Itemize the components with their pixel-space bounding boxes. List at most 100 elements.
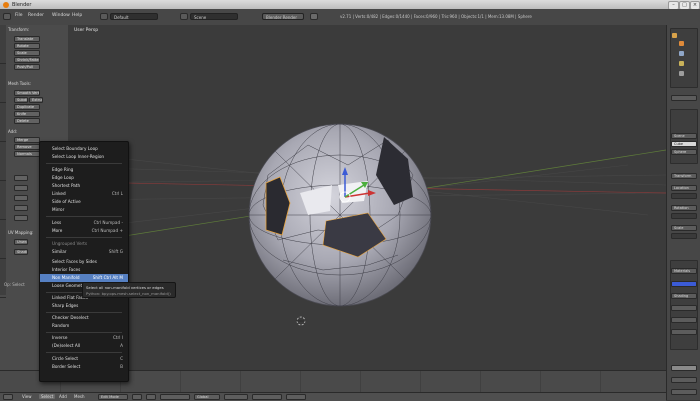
translate-button[interactable]: Translate — [14, 36, 40, 42]
scene-icon[interactable] — [180, 13, 188, 20]
prop-chip-12[interactable] — [671, 329, 697, 335]
menu-item-linked[interactable]: Linked Ctrl L — [40, 190, 128, 198]
scene-outliner-icon[interactable] — [672, 33, 677, 38]
prop-chip-14[interactable] — [671, 377, 697, 383]
menu-item-faces-by-sides[interactable]: Select Faces by Sides — [40, 258, 128, 266]
editor-type-icon[interactable] — [3, 13, 11, 20]
rotate-button[interactable]: Rotate — [14, 43, 40, 49]
editor-type-button[interactable] — [3, 394, 13, 400]
prop-chip-10[interactable] — [671, 305, 697, 311]
menu-item-border-select[interactable]: Border Select B — [40, 363, 128, 371]
manipulator-toggle[interactable] — [160, 394, 190, 400]
menu-window[interactable]: Window — [52, 13, 70, 18]
tool-tabs[interactable] — [0, 25, 6, 298]
menu-item-side-of-active[interactable]: Side of Active — [40, 198, 128, 206]
menu-item-ungrouped-verts[interactable]: Ungrouped Verts — [40, 240, 128, 248]
unwrap-button[interactable]: Unwrap — [14, 239, 28, 245]
section-add[interactable]: Add: — [8, 129, 66, 135]
menu-item-mirror[interactable]: Mirror — [40, 206, 128, 214]
menu-file[interactable]: File — [15, 13, 23, 18]
tool-button-a[interactable] — [14, 175, 28, 181]
smooth-vertex-button[interactable]: Smooth Vertex — [14, 90, 40, 96]
shading-button[interactable]: Shading — [14, 249, 28, 255]
delete-button[interactable]: Delete — [14, 118, 40, 124]
menu-render[interactable]: Render — [28, 13, 44, 18]
menu-item-circle-select[interactable]: Circle Select C — [40, 355, 128, 363]
remove-button[interactable]: Remove — [14, 144, 40, 150]
tool-button-c[interactable] — [14, 195, 28, 201]
menu-item-sharp-edges[interactable]: Sharp Edges — [40, 302, 128, 310]
push-pull-button[interactable]: Push/Pull — [14, 64, 40, 70]
menu-item-select-boundary-loop[interactable]: Select Boundary Loop — [40, 145, 128, 153]
subdivide-button[interactable]: Subdivide — [14, 97, 28, 103]
menu-item-less[interactable]: Less Ctrl Numpad - — [40, 219, 128, 227]
tooltip-text: Select all non-manifold vertices or edge… — [86, 285, 164, 290]
tooltip-non-manifold: Select all non-manifold vertices or edge… — [82, 282, 176, 298]
proportional-edit-button[interactable] — [252, 394, 282, 400]
layout-field[interactable]: Default — [110, 13, 158, 20]
menu-add[interactable]: Add — [59, 394, 67, 399]
tool-button-b[interactable] — [14, 185, 28, 191]
viewport-scene[interactable] — [68, 25, 666, 370]
select-mode-buttons[interactable] — [224, 394, 248, 400]
snap-button[interactable] — [286, 394, 306, 400]
prop-chip-11[interactable] — [671, 317, 697, 323]
menu-item-checker-deselect[interactable]: Checker Deselect — [40, 314, 128, 322]
section-mesh-tools[interactable]: Mesh Tools: — [8, 81, 66, 87]
prop-chip-4[interactable]: Transform — [671, 173, 697, 179]
prop-chip-2[interactable]: Cube — [671, 141, 697, 147]
shrink-fatten-button[interactable]: Shrink/Fatten — [14, 57, 40, 63]
menu-item-inverse[interactable]: Inverse Ctrl I — [40, 334, 128, 342]
3d-cursor-icon[interactable] — [296, 316, 306, 326]
tool-button-e[interactable] — [14, 215, 28, 221]
scale-button[interactable]: Scale — [14, 50, 40, 56]
menu-item-random[interactable]: Random — [40, 322, 128, 330]
lamp-outliner-icon[interactable] — [679, 61, 684, 66]
normals-button[interactable]: Normals — [14, 151, 40, 157]
menu-select[interactable]: Select — [39, 394, 56, 399]
prop-field-3[interactable] — [671, 233, 697, 239]
knife-button[interactable]: Knife — [14, 111, 40, 117]
prop-field-2[interactable] — [671, 213, 697, 219]
prop-chip-8[interactable]: Materials — [671, 268, 697, 274]
prop-chip-15[interactable] — [671, 389, 697, 395]
prop-chip-1[interactable]: Scene — [671, 133, 697, 139]
menu-item-shortest-path[interactable]: Shortest Path — [40, 182, 128, 190]
menu-item-edge-loop[interactable]: Edge Loop — [40, 174, 128, 182]
menu-item-non-manifold[interactable]: Non Manifold Shift Ctrl Alt M — [40, 274, 128, 282]
mesh-outliner-icon[interactable] — [679, 51, 684, 56]
menu-item-deselect-all[interactable]: (De)select All A — [40, 342, 128, 350]
prop-chip-13[interactable] — [671, 365, 697, 371]
prop-chip-9[interactable]: Shading — [671, 293, 697, 299]
menu-mesh[interactable]: Mesh — [74, 394, 85, 399]
prop-chip-5[interactable]: Location — [671, 185, 697, 191]
orientation-select[interactable]: Global — [194, 394, 220, 400]
layout-icon[interactable] — [100, 13, 108, 20]
prop-chip-selected[interactable] — [671, 281, 697, 287]
shading-button[interactable] — [132, 394, 142, 400]
menu-help[interactable]: Help — [72, 13, 82, 18]
menu-item-more[interactable]: More Ctrl Numpad + — [40, 227, 128, 235]
pivot-button[interactable] — [146, 394, 156, 400]
menu-item-interior-faces[interactable]: Interior Faces — [40, 266, 128, 274]
prop-chip-3[interactable]: Sphere — [671, 149, 697, 155]
extrude-button[interactable]: Extrude — [29, 97, 43, 103]
view-mode-chip[interactable] — [671, 95, 697, 101]
mode-select[interactable]: Edit Mode — [98, 394, 128, 400]
object-outliner-icon[interactable] — [679, 41, 684, 46]
scene-field[interactable]: Scene — [190, 13, 238, 20]
3d-viewport[interactable]: User Persp — [68, 25, 666, 370]
section-transform[interactable]: Transform: — [8, 27, 66, 33]
camera-outliner-icon[interactable] — [679, 71, 684, 76]
render-engine-select[interactable]: Blender Render — [262, 13, 304, 20]
merge-button[interactable]: Merge — [14, 137, 40, 143]
menu-view[interactable]: View — [22, 394, 32, 399]
prop-chip-7[interactable]: Scale — [671, 225, 697, 231]
menu-item-select-loop-inner-region[interactable]: Select Loop Inner-Region — [40, 153, 128, 161]
duplicate-button[interactable]: Duplicate — [14, 104, 40, 110]
prop-field-1[interactable] — [671, 193, 697, 199]
prop-chip-6[interactable]: Rotation — [671, 205, 697, 211]
menu-item-similar[interactable]: Similar Shift G — [40, 248, 128, 256]
tool-button-d[interactable] — [14, 205, 28, 211]
menu-item-edge-ring[interactable]: Edge Ring — [40, 166, 128, 174]
